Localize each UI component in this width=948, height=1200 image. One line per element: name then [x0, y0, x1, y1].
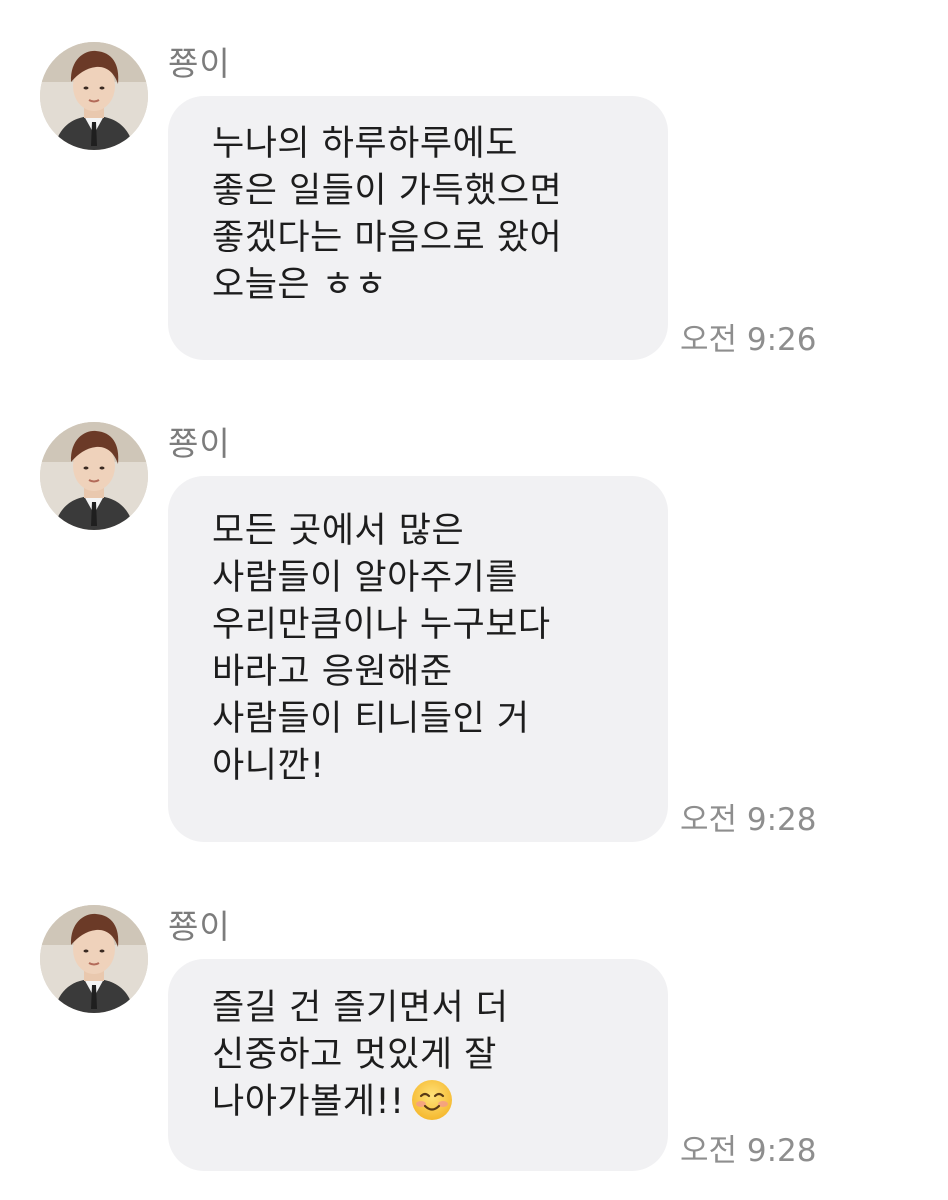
sender-name: 쭁이	[168, 907, 231, 946]
message-text-line: 사람들이 티니들인 거	[212, 699, 530, 739]
sender-name: 쭁이	[168, 424, 231, 463]
message-text-line: 나아가볼게!!	[212, 1079, 668, 1126]
message-text-line: 모든 곳에서 많은	[212, 511, 465, 551]
message-text-line: 사람들이 알아주기를	[212, 558, 518, 598]
message-timestamp: 오전 9:28	[680, 802, 817, 838]
message-text-line: 오늘은 ㅎㅎ	[212, 265, 388, 305]
message-text-line: 좋겠다는 마음으로 왔어	[212, 218, 563, 258]
message-text: 나아가볼게!!	[212, 1082, 405, 1122]
avatar[interactable]	[40, 905, 148, 1013]
sender-name: 쭁이	[168, 44, 231, 83]
message-text-line: 좋은 일들이 가득했으면	[212, 171, 563, 211]
profile-photo-icon	[40, 905, 148, 1013]
message-text-line: 신중하고 멋있게 잘	[212, 1035, 497, 1075]
smiling-face-icon	[411, 1080, 452, 1120]
message-timestamp: 오전 9:26	[680, 322, 817, 358]
avatar[interactable]	[40, 422, 148, 530]
message-timestamp: 오전 9:28	[680, 1133, 817, 1169]
message-text-line: 우리만큼이나 누구보다	[212, 605, 551, 645]
message-bubble[interactable]: 즐길 건 즐기면서 더 신중하고 멋있게 잘 나아가볼게!!	[168, 959, 668, 1171]
message-text-line: 아니깐!	[212, 746, 325, 786]
profile-photo-icon	[40, 42, 148, 150]
message-text-line: 누나의 하루하루에도	[212, 124, 518, 164]
message-bubble[interactable]: 누나의 하루하루에도 좋은 일들이 가득했으면 좋겠다는 마음으로 왔어 오늘은…	[168, 96, 668, 360]
avatar[interactable]	[40, 42, 148, 150]
message-bubble[interactable]: 모든 곳에서 많은 사람들이 알아주기를 우리만큼이나 누구보다 바라고 응원해…	[168, 476, 668, 842]
message-text-line: 즐길 건 즐기면서 더	[212, 988, 509, 1028]
profile-photo-icon	[40, 422, 148, 530]
message-text-line: 바라고 응원해준	[212, 652, 453, 692]
